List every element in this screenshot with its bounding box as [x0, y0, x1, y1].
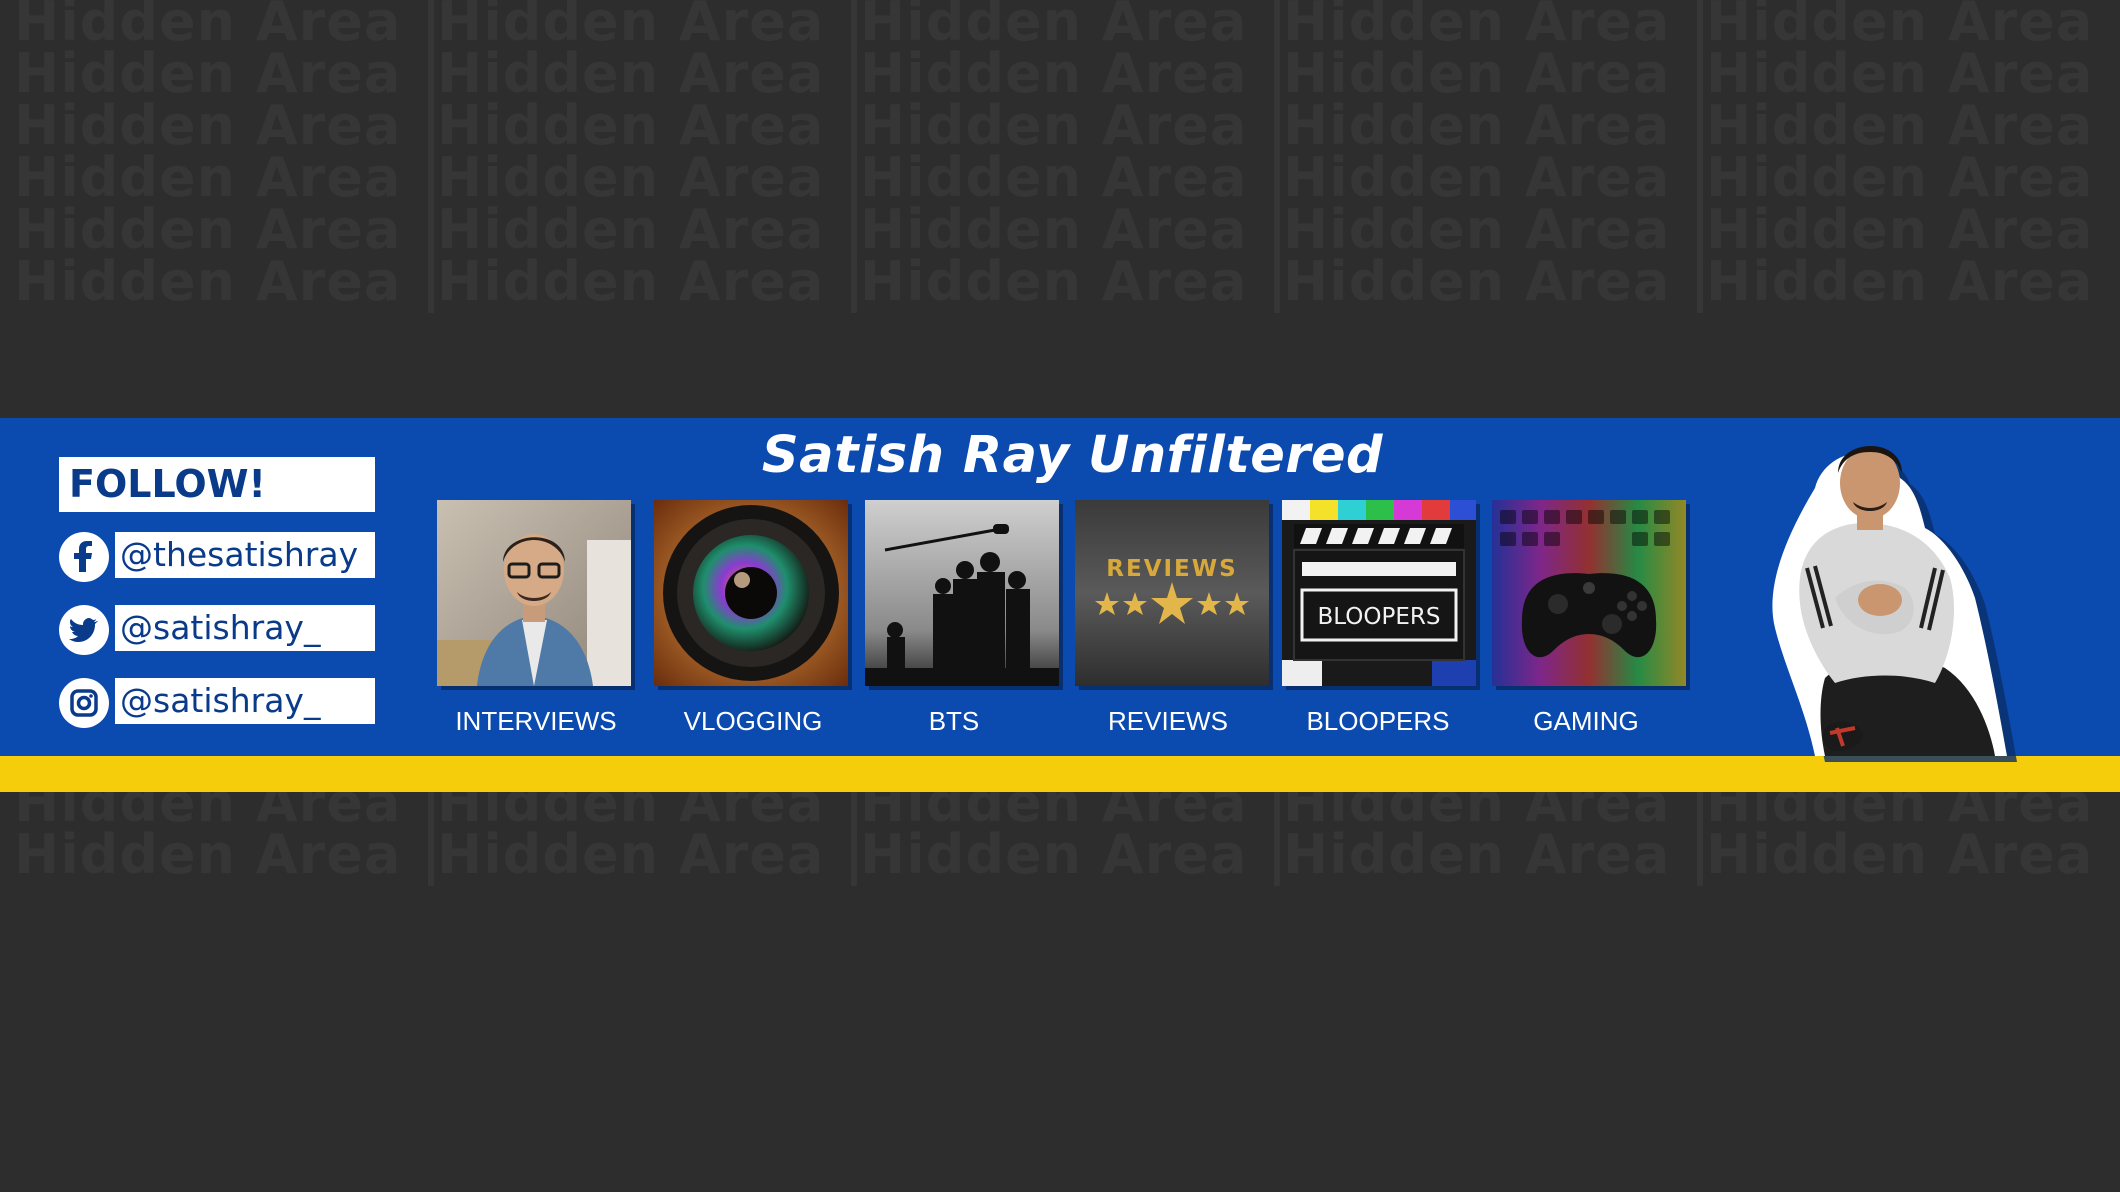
interviews-thumbnail[interactable]	[437, 500, 631, 686]
watermark-text: Hidden Area	[1706, 250, 2094, 313]
instagram-icon	[59, 678, 109, 728]
instagram-handle: @satishray_	[115, 678, 375, 724]
bloopers-thumbnail[interactable]: BLOOPERS	[1282, 500, 1476, 686]
follow-label: FOLLOW!	[59, 457, 375, 512]
category-label-vlogging: VLOGGING	[683, 706, 823, 736]
category-label-reviews: REVIEWS	[1108, 706, 1228, 736]
watermark-text: Hidden Area |	[14, 823, 442, 886]
bts-thumbnail[interactable]	[865, 500, 1059, 686]
social-instagram: @satishray_	[59, 678, 375, 728]
watermark-text: Hidden Area |	[860, 823, 1288, 886]
reviews-graphic-text: REVIEWS	[1106, 556, 1237, 582]
category-label-interviews: INTERVIEWS	[455, 706, 617, 736]
watermark-text: Hidden Area |	[860, 250, 1288, 313]
host-portrait	[1745, 428, 2035, 766]
watermark-row: Hidden Area |Hidden Area |Hidden Area |H…	[14, 247, 2120, 317]
watermark-row: Hidden Area |Hidden Area |Hidden Area |H…	[14, 820, 2120, 890]
watermark-text: Hidden Area	[1706, 823, 2094, 886]
social-facebook: @thesatishray	[59, 532, 375, 582]
facebook-icon	[59, 532, 109, 582]
watermark-text: Hidden Area |	[437, 823, 865, 886]
watermark-text: Hidden Area |	[1283, 823, 1711, 886]
watermark-text: Hidden Area |	[437, 250, 865, 313]
category-label-bts: BTS	[928, 706, 980, 736]
facebook-handle: @thesatishray	[115, 532, 375, 578]
bloopers-graphic-text: BLOOPERS	[1318, 604, 1441, 630]
watermark-text: Hidden Area |	[14, 250, 442, 313]
reviews-thumbnail[interactable]: REVIEWS	[1075, 500, 1269, 686]
category-label-bloopers: BLOOPERS	[1306, 706, 1450, 736]
vlogging-thumbnail[interactable]	[654, 500, 848, 686]
twitter-icon	[59, 605, 109, 655]
gaming-thumbnail[interactable]	[1492, 500, 1686, 686]
watermark-text: Hidden Area |	[1283, 250, 1711, 313]
category-label-gaming: GAMING	[1533, 706, 1639, 736]
social-twitter: @satishray_	[59, 605, 375, 655]
twitter-handle: @satishray_	[115, 605, 375, 651]
